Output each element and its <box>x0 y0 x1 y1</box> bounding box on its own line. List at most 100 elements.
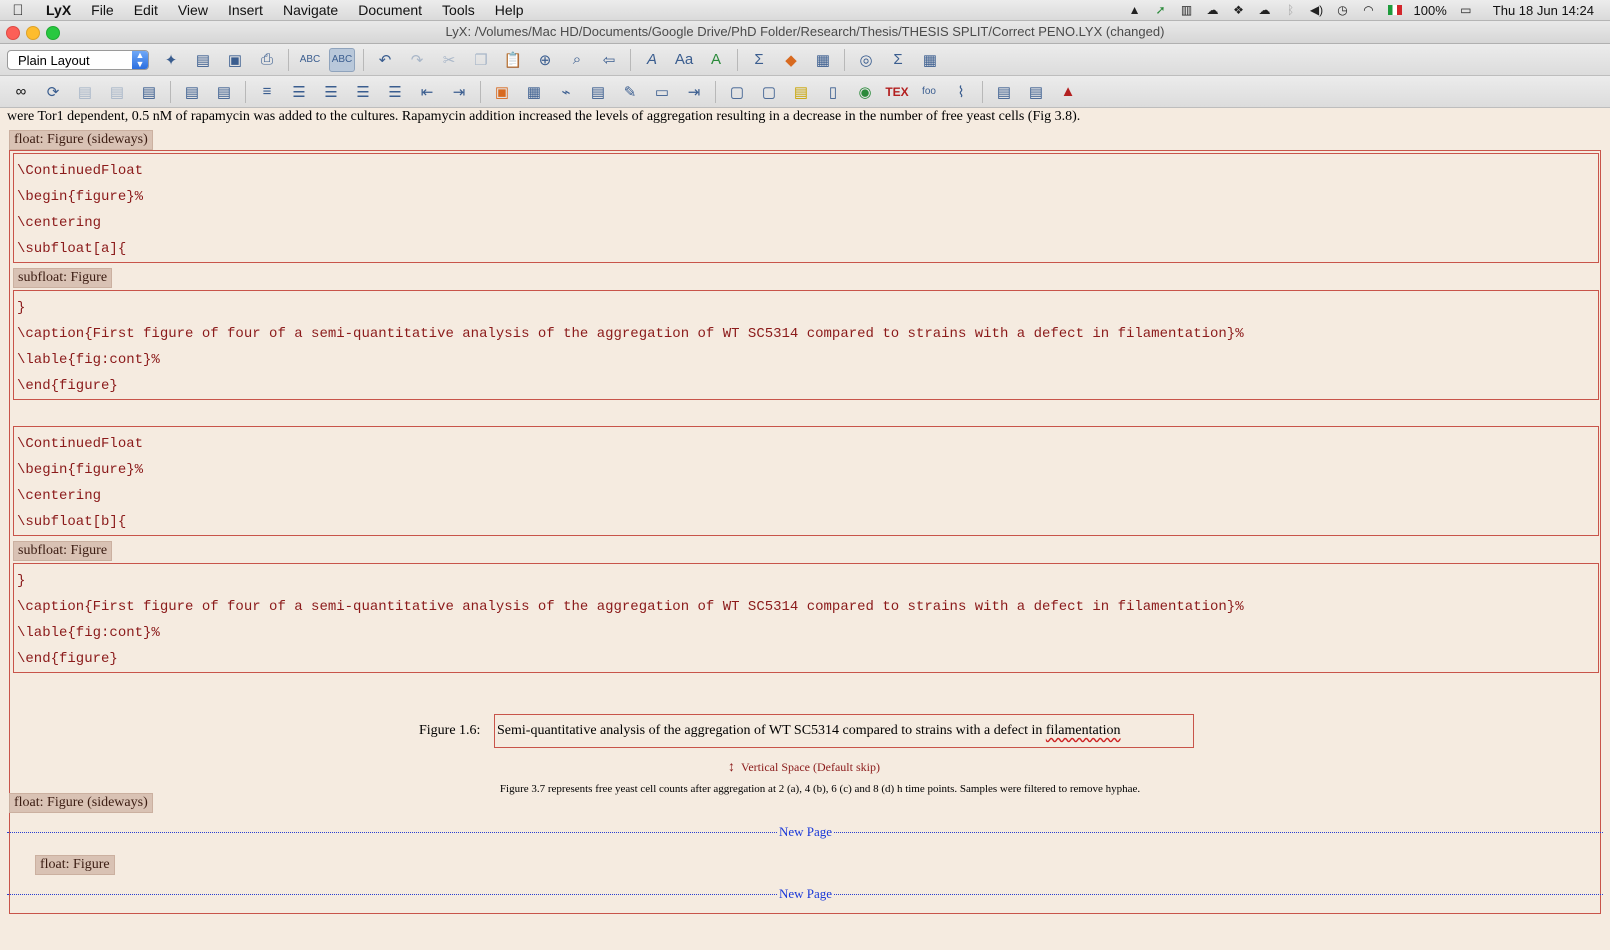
enumerate-icon[interactable]: ☰ <box>286 80 312 104</box>
new-page-marker[interactable]: New Page <box>7 824 1603 840</box>
insert-figure-float-icon[interactable]: ▣ <box>489 80 515 104</box>
float-label-sideways[interactable]: float: Figure (sideways) <box>9 130 153 150</box>
bank-icon[interactable]: ▥ <box>1179 3 1195 17</box>
navigate-back-icon[interactable]: ⇦ <box>596 48 622 72</box>
itemize-icon[interactable]: ☰ <box>318 80 344 104</box>
menu-document[interactable]: Document <box>348 0 432 20</box>
math-icon[interactable]: Σ <box>746 48 772 72</box>
misspelled-word[interactable]: filamentation <box>1046 723 1121 738</box>
redo-icon[interactable]: ↷ <box>404 48 430 72</box>
indent-decrease-icon[interactable]: ⇤ <box>414 80 440 104</box>
caption-inset[interactable]: Semi-quantitative analysis of the aggreg… <box>494 714 1194 748</box>
menu-tools[interactable]: Tools <box>432 0 485 20</box>
battery-icon[interactable]: ▭ <box>1458 3 1474 17</box>
battery-percent: 100% <box>1413 2 1447 18</box>
list-icon[interactable]: ☰ <box>382 80 408 104</box>
insert-note-icon[interactable]: ▤ <box>788 80 814 104</box>
insert-index-icon[interactable]: ▭ <box>649 80 675 104</box>
insert-citation-icon[interactable]: ✎ <box>617 80 643 104</box>
cloud-dark-icon[interactable]: ☁ <box>1257 3 1273 17</box>
menu-file[interactable]: File <box>81 0 124 20</box>
subfloat-label-a[interactable]: subfloat: Figure <box>13 268 113 288</box>
layout-select[interactable]: Plain Layout ▲ ▼ <box>7 49 149 70</box>
search-icon[interactable]: ⌕ <box>564 48 590 72</box>
paste-icon[interactable]: 📋 <box>500 48 526 72</box>
insert-graphics-icon[interactable]: ◆ <box>778 48 804 72</box>
copy-icon[interactable]: ❐ <box>468 48 494 72</box>
indent-increase-icon[interactable]: ⇥ <box>446 80 472 104</box>
code-line: \lable{fig:cont}% <box>17 625 160 641</box>
continuous-spellcheck-icon[interactable]: ABC <box>329 47 355 72</box>
apple-icon[interactable]:  <box>0 2 36 19</box>
view-other-icon[interactable]: ▤ <box>179 80 205 104</box>
update-master-icon[interactable]: ▤ <box>104 80 130 104</box>
menu-edit[interactable]: Edit <box>124 0 168 20</box>
export-icon[interactable]: ▤ <box>136 80 162 104</box>
document-settings-icon[interactable]: ▲ <box>1055 80 1081 104</box>
clock[interactable]: Thu 18 Jun 14:24 <box>1493 3 1594 18</box>
float-label-figure[interactable]: float: Figure <box>35 855 115 875</box>
new-page-label-2: New Page <box>777 886 835 902</box>
update-other-icon[interactable]: ▤ <box>211 80 237 104</box>
float-label-sideways-2[interactable]: float: Figure (sideways) <box>9 793 153 813</box>
undo-icon[interactable]: ↶ <box>372 48 398 72</box>
new-document-icon[interactable]: ✦ <box>158 48 184 72</box>
flag-icon[interactable] <box>1387 3 1403 17</box>
save-icon[interactable]: ▣ <box>222 48 248 72</box>
insert-footnote-icon[interactable]: ▢ <box>724 80 750 104</box>
change-tracking-icon[interactable]: A <box>703 48 729 72</box>
table-panel-icon[interactable]: ▦ <box>917 48 943 72</box>
emphasis-icon[interactable]: A <box>639 48 665 72</box>
code-line: \end{figure} <box>17 651 118 667</box>
text-style-icon[interactable]: Aa <box>671 48 697 72</box>
open-document-icon[interactable]: ▤ <box>190 48 216 72</box>
navigator-icon[interactable]: ◎ <box>853 48 879 72</box>
intro-paragraph[interactable]: were Tor1 dependent, 0.5 nM of rapamycin… <box>7 108 1080 126</box>
insert-tex-icon[interactable]: TEX <box>884 80 910 104</box>
insert-margin-note-icon[interactable]: ▢ <box>756 80 782 104</box>
paragraph-icon[interactable]: ≡ <box>254 80 280 104</box>
document-area[interactable]: were Tor1 dependent, 0.5 nM of rapamycin… <box>0 108 1610 950</box>
insert-table-float-icon[interactable]: ▦ <box>521 80 547 104</box>
update-icon[interactable]: ⟳ <box>40 80 66 104</box>
menu-view[interactable]: View <box>168 0 218 20</box>
description-icon[interactable]: ☰ <box>350 80 376 104</box>
vertical-space-label: Vertical Space (Default skip) <box>741 760 880 774</box>
green-arrow-icon[interactable]: ➚ <box>1153 3 1169 17</box>
menu-navigate[interactable]: Navigate <box>273 0 348 20</box>
dropbox-icon[interactable]: ❖ <box>1231 3 1247 17</box>
volume-icon[interactable]: ◀) <box>1309 3 1325 17</box>
view-master-icon[interactable]: ▤ <box>72 80 98 104</box>
find-replace-icon[interactable]: ⊕ <box>532 48 558 72</box>
insert-branch-icon[interactable]: ▤ <box>991 80 1017 104</box>
menu-app[interactable]: LyX <box>36 0 81 20</box>
menu-insert[interactable]: Insert <box>218 0 273 20</box>
insert-box-icon[interactable]: foo <box>916 80 942 104</box>
time-machine-icon[interactable]: ◷ <box>1335 3 1351 17</box>
print-icon[interactable]: ⎙ <box>254 48 280 72</box>
view-icon[interactable]: ∞ <box>8 80 34 104</box>
insert-index-entry-icon[interactable]: ▤ <box>1023 80 1049 104</box>
spellcheck-icon[interactable]: ABC <box>297 48 323 72</box>
insert-table-icon[interactable]: ▦ <box>810 48 836 72</box>
insert-attachment-icon[interactable]: ⌇ <box>948 80 974 104</box>
ert-block-3[interactable]: \ContinuedFloat \begin{figure}% \centeri… <box>13 426 1599 536</box>
ert-block-1[interactable]: \ContinuedFloat \begin{figure}% \centeri… <box>13 153 1599 263</box>
cloud-icon[interactable]: ☁ <box>1205 3 1221 17</box>
vertical-space[interactable]: ↕ Vertical Space (Default skip) <box>728 760 880 775</box>
wifi-icon[interactable]: ◠ <box>1361 3 1377 17</box>
insert-cross-ref-icon[interactable]: ▤ <box>585 80 611 104</box>
new-page-marker-2[interactable]: New Page <box>7 886 1603 902</box>
math-panel-icon[interactable]: Σ <box>885 48 911 72</box>
insert-nomenclature-icon[interactable]: ⇥ <box>681 80 707 104</box>
menu-help[interactable]: Help <box>485 0 534 20</box>
insert-label-icon[interactable]: ⌁ <box>553 80 579 104</box>
cut-icon[interactable]: ✂ <box>436 48 462 72</box>
ert-block-2[interactable]: } \caption{First figure of four of a sem… <box>13 290 1599 400</box>
subfloat-label-b[interactable]: subfloat: Figure <box>13 541 113 561</box>
bluetooth-icon[interactable]: ᛒ <box>1283 3 1299 17</box>
drive-icon[interactable]: ▲ <box>1127 3 1143 17</box>
ert-block-4[interactable]: } \caption{First figure of four of a sem… <box>13 563 1599 673</box>
insert-minipage-icon[interactable]: ▯ <box>820 80 846 104</box>
insert-url-icon[interactable]: ◉ <box>852 80 878 104</box>
